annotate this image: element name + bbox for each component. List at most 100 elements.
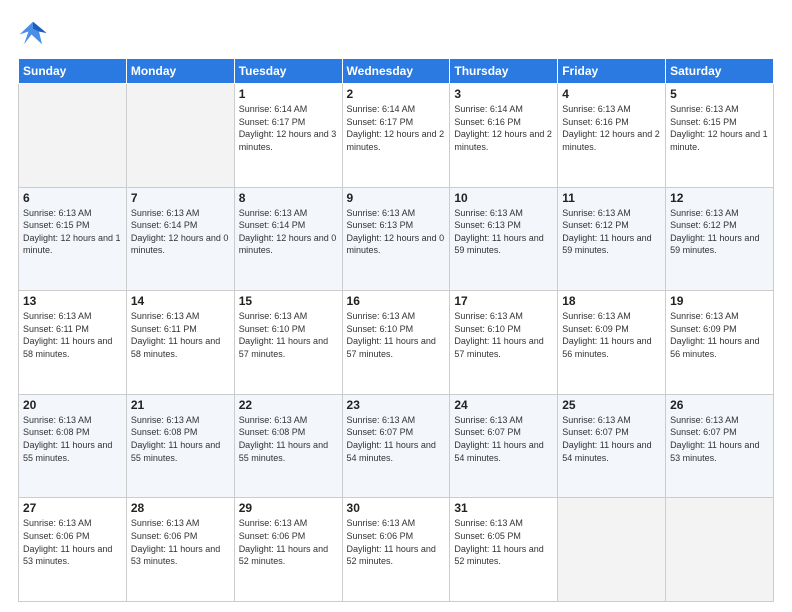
day-info: Sunrise: 6:13 AMSunset: 6:12 PMDaylight:… (562, 207, 661, 257)
day-info: Sunrise: 6:13 AMSunset: 6:11 PMDaylight:… (23, 310, 122, 360)
page: SundayMondayTuesdayWednesdayThursdayFrid… (0, 0, 792, 612)
week-row-3: 13 Sunrise: 6:13 AMSunset: 6:11 PMDayligh… (19, 291, 774, 395)
day-info: Sunrise: 6:13 AMSunset: 6:05 PMDaylight:… (454, 517, 553, 567)
day-header-wednesday: Wednesday (342, 59, 450, 84)
day-info: Sunrise: 6:13 AMSunset: 6:07 PMDaylight:… (454, 414, 553, 464)
day-info: Sunrise: 6:13 AMSunset: 6:14 PMDaylight:… (239, 207, 338, 257)
day-number: 3 (454, 87, 553, 101)
day-cell: 7 Sunrise: 6:13 AMSunset: 6:14 PMDaylight… (126, 187, 234, 291)
day-cell: 19Sunrise: 6:13 AMSunset: 6:09 PMDayligh… (666, 291, 774, 395)
day-cell: 9 Sunrise: 6:13 AMSunset: 6:13 PMDaylight… (342, 187, 450, 291)
day-number: 9 (347, 191, 446, 205)
day-cell: 2Sunrise: 6:14 AMSunset: 6:17 PMDaylight… (342, 84, 450, 188)
day-info: Sunrise: 6:13 AMSunset: 6:13 PMDaylight:… (347, 207, 446, 257)
day-cell: 18 Sunrise: 6:13 AMSunset: 6:09 PMDayligh… (558, 291, 666, 395)
day-number: 28 (131, 501, 230, 515)
day-cell: 17Sunrise: 6:13 AMSunset: 6:10 PMDayligh… (450, 291, 558, 395)
day-number: 27 (23, 501, 122, 515)
day-number: 6 (23, 191, 122, 205)
day-header-friday: Friday (558, 59, 666, 84)
day-info: Sunrise: 6:13 AMSunset: 6:07 PMDaylight:… (670, 414, 769, 464)
day-info: Sunrise: 6:13 AMSunset: 6:15 PMDaylight:… (670, 103, 769, 153)
day-info: Sunrise: 6:13 AMSunset: 6:07 PMDaylight:… (347, 414, 446, 464)
day-info: Sunrise: 6:14 AMSunset: 6:16 PMDaylight:… (454, 103, 553, 153)
day-cell: 31 Sunrise: 6:13 AMSunset: 6:05 PMDayligh… (450, 498, 558, 602)
day-number: 4 (562, 87, 661, 101)
day-info: Sunrise: 6:14 AMSunset: 6:17 PMDaylight:… (347, 103, 446, 153)
day-number: 5 (670, 87, 769, 101)
day-cell: 16 Sunrise: 6:13 AMSunset: 6:10 PMDayligh… (342, 291, 450, 395)
day-cell (558, 498, 666, 602)
day-info: Sunrise: 6:13 AMSunset: 6:11 PMDaylight:… (131, 310, 230, 360)
day-cell: 8 Sunrise: 6:13 AMSunset: 6:14 PMDaylight… (234, 187, 342, 291)
day-info: Sunrise: 6:13 AMSunset: 6:07 PMDaylight:… (562, 414, 661, 464)
day-info: Sunrise: 6:14 AMSunset: 6:17 PMDaylight:… (239, 103, 338, 153)
day-info: Sunrise: 6:13 AMSunset: 6:09 PMDaylight:… (562, 310, 661, 360)
day-header-saturday: Saturday (666, 59, 774, 84)
week-row-4: 20 Sunrise: 6:13 AMSunset: 6:08 PMDayligh… (19, 394, 774, 498)
day-number: 20 (23, 398, 122, 412)
logo-icon (18, 18, 48, 48)
day-cell: 25 Sunrise: 6:13 AMSunset: 6:07 PMDayligh… (558, 394, 666, 498)
day-info: Sunrise: 6:13 AMSunset: 6:06 PMDaylight:… (239, 517, 338, 567)
day-cell: 6 Sunrise: 6:13 AMSunset: 6:15 PMDaylight… (19, 187, 127, 291)
week-row-2: 6 Sunrise: 6:13 AMSunset: 6:15 PMDaylight… (19, 187, 774, 291)
day-number: 7 (131, 191, 230, 205)
day-number: 1 (239, 87, 338, 101)
day-number: 11 (562, 191, 661, 205)
day-number: 16 (347, 294, 446, 308)
header-row: SundayMondayTuesdayWednesdayThursdayFrid… (19, 59, 774, 84)
day-info: Sunrise: 6:13 AMSunset: 6:10 PMDaylight:… (347, 310, 446, 360)
day-cell: 12Sunrise: 6:13 AMSunset: 6:12 PMDayligh… (666, 187, 774, 291)
calendar-table: SundayMondayTuesdayWednesdayThursdayFrid… (18, 58, 774, 602)
day-info: Sunrise: 6:13 AMSunset: 6:09 PMDaylight:… (670, 310, 769, 360)
day-cell: 4 Sunrise: 6:13 AMSunset: 6:16 PMDaylight… (558, 84, 666, 188)
week-row-1: 1 Sunrise: 6:14 AMSunset: 6:17 PMDaylight… (19, 84, 774, 188)
day-cell: 23 Sunrise: 6:13 AMSunset: 6:07 PMDayligh… (342, 394, 450, 498)
day-number: 22 (239, 398, 338, 412)
day-info: Sunrise: 6:13 AMSunset: 6:08 PMDaylight:… (131, 414, 230, 464)
day-number: 31 (454, 501, 553, 515)
day-number: 15 (239, 294, 338, 308)
logo (18, 18, 52, 48)
day-info: Sunrise: 6:13 AMSunset: 6:16 PMDaylight:… (562, 103, 661, 153)
day-cell: 29Sunrise: 6:13 AMSunset: 6:06 PMDayligh… (234, 498, 342, 602)
day-number: 25 (562, 398, 661, 412)
day-number: 18 (562, 294, 661, 308)
day-cell: 11 Sunrise: 6:13 AMSunset: 6:12 PMDayligh… (558, 187, 666, 291)
day-cell: 1 Sunrise: 6:14 AMSunset: 6:17 PMDaylight… (234, 84, 342, 188)
day-number: 12 (670, 191, 769, 205)
day-info: Sunrise: 6:13 AMSunset: 6:13 PMDaylight:… (454, 207, 553, 257)
day-info: Sunrise: 6:13 AMSunset: 6:08 PMDaylight:… (23, 414, 122, 464)
day-info: Sunrise: 6:13 AMSunset: 6:06 PMDaylight:… (347, 517, 446, 567)
day-cell: 26Sunrise: 6:13 AMSunset: 6:07 PMDayligh… (666, 394, 774, 498)
day-number: 8 (239, 191, 338, 205)
day-info: Sunrise: 6:13 AMSunset: 6:15 PMDaylight:… (23, 207, 122, 257)
day-cell: 27 Sunrise: 6:13 AMSunset: 6:06 PMDayligh… (19, 498, 127, 602)
day-cell (666, 498, 774, 602)
day-info: Sunrise: 6:13 AMSunset: 6:08 PMDaylight:… (239, 414, 338, 464)
day-cell: 28 Sunrise: 6:13 AMSunset: 6:06 PMDayligh… (126, 498, 234, 602)
day-info: Sunrise: 6:13 AMSunset: 6:10 PMDaylight:… (239, 310, 338, 360)
day-header-sunday: Sunday (19, 59, 127, 84)
day-header-tuesday: Tuesday (234, 59, 342, 84)
day-number: 24 (454, 398, 553, 412)
day-cell: 3 Sunrise: 6:14 AMSunset: 6:16 PMDaylight… (450, 84, 558, 188)
day-cell: 24 Sunrise: 6:13 AMSunset: 6:07 PMDayligh… (450, 394, 558, 498)
day-number: 23 (347, 398, 446, 412)
day-number: 13 (23, 294, 122, 308)
day-info: Sunrise: 6:13 AMSunset: 6:14 PMDaylight:… (131, 207, 230, 257)
day-cell: 20 Sunrise: 6:13 AMSunset: 6:08 PMDayligh… (19, 394, 127, 498)
day-cell: 10Sunrise: 6:13 AMSunset: 6:13 PMDayligh… (450, 187, 558, 291)
day-info: Sunrise: 6:13 AMSunset: 6:06 PMDaylight:… (23, 517, 122, 567)
day-number: 30 (347, 501, 446, 515)
day-header-thursday: Thursday (450, 59, 558, 84)
day-cell: 5 Sunrise: 6:13 AMSunset: 6:15 PMDaylight… (666, 84, 774, 188)
day-cell (19, 84, 127, 188)
header (18, 18, 774, 48)
day-info: Sunrise: 6:13 AMSunset: 6:06 PMDaylight:… (131, 517, 230, 567)
day-number: 21 (131, 398, 230, 412)
day-cell: 14Sunrise: 6:13 AMSunset: 6:11 PMDayligh… (126, 291, 234, 395)
day-cell: 15 Sunrise: 6:13 AMSunset: 6:10 PMDayligh… (234, 291, 342, 395)
calendar-body: 1 Sunrise: 6:14 AMSunset: 6:17 PMDaylight… (19, 84, 774, 602)
